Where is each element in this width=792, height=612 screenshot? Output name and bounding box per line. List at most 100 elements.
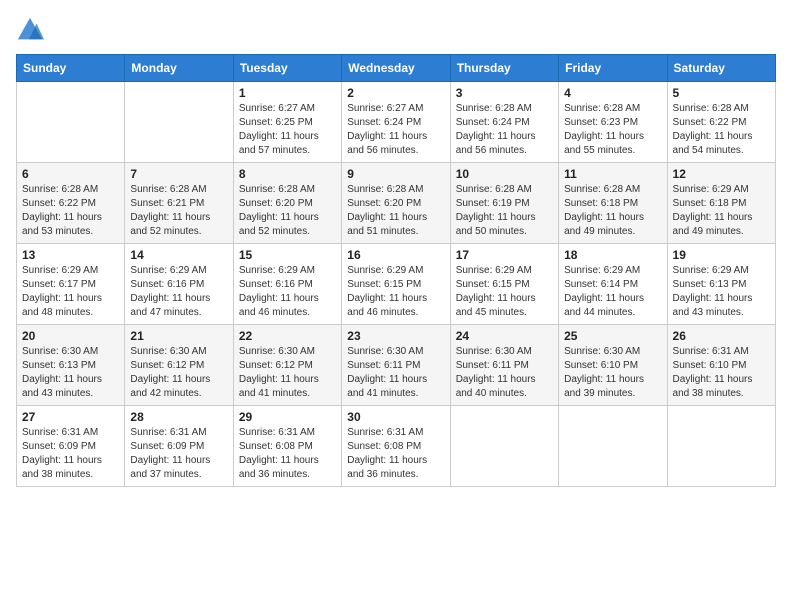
day-info: Sunrise: 6:31 AM Sunset: 6:08 PM Dayligh… — [347, 426, 444, 482]
day-info: Sunrise: 6:30 AM Sunset: 6:11 PM Dayligh… — [347, 345, 444, 401]
day-info: Sunrise: 6:29 AM Sunset: 6:14 PM Dayligh… — [564, 264, 661, 320]
day-info: Sunrise: 6:31 AM Sunset: 6:09 PM Dayligh… — [130, 426, 227, 482]
calendar-cell: 16Sunrise: 6:29 AM Sunset: 6:15 PM Dayli… — [342, 244, 450, 325]
calendar-week-row: 20 Sunrise: 6:30 AM Sunset: 6:13 PM Dayli… — [17, 325, 776, 406]
calendar-week-row: 6Sunrise: 6:28 AM Sunset: 6:22 PM Daylig… — [17, 163, 776, 244]
calendar-cell: 5 Sunrise: 6:28 AM Sunset: 6:22 PM Daylig… — [667, 82, 775, 163]
calendar-cell: 18 Sunrise: 6:29 AM Sunset: 6:14 PM Dayli… — [559, 244, 667, 325]
day-number: 27 — [22, 410, 119, 424]
day-number: 21 — [130, 329, 227, 343]
calendar-header-friday: Friday — [559, 55, 667, 82]
calendar-header-monday: Monday — [125, 55, 233, 82]
calendar-cell: 9 Sunrise: 6:28 AM Sunset: 6:20 PM Daylig… — [342, 163, 450, 244]
logo — [16, 16, 48, 44]
calendar-cell — [125, 82, 233, 163]
day-number: 20 — [22, 329, 119, 343]
calendar-cell: 3 Sunrise: 6:28 AM Sunset: 6:24 PM Daylig… — [450, 82, 558, 163]
day-number: 12 — [673, 167, 770, 181]
day-number: 13 — [22, 248, 119, 262]
calendar-cell — [667, 406, 775, 487]
calendar-header-sunday: Sunday — [17, 55, 125, 82]
day-number: 17 — [456, 248, 553, 262]
day-info: Sunrise: 6:28 AM Sunset: 6:24 PM Dayligh… — [456, 102, 553, 158]
day-number: 3 — [456, 86, 553, 100]
day-info: Sunrise: 6:28 AM Sunset: 6:20 PM Dayligh… — [239, 183, 336, 239]
calendar-cell: 11Sunrise: 6:28 AM Sunset: 6:18 PM Dayli… — [559, 163, 667, 244]
calendar-cell: 21 Sunrise: 6:30 AM Sunset: 6:12 PM Dayli… — [125, 325, 233, 406]
calendar-header-wednesday: Wednesday — [342, 55, 450, 82]
day-info: Sunrise: 6:28 AM Sunset: 6:22 PM Dayligh… — [673, 102, 770, 158]
day-info: Sunrise: 6:31 AM Sunset: 6:08 PM Dayligh… — [239, 426, 336, 482]
calendar-cell: 8 Sunrise: 6:28 AM Sunset: 6:20 PM Daylig… — [233, 163, 341, 244]
day-info: Sunrise: 6:31 AM Sunset: 6:09 PM Dayligh… — [22, 426, 119, 482]
day-number: 6 — [22, 167, 119, 181]
calendar-cell: 26 Sunrise: 6:31 AM Sunset: 6:10 PM Dayli… — [667, 325, 775, 406]
calendar-cell: 13 Sunrise: 6:29 AM Sunset: 6:17 PM Dayli… — [17, 244, 125, 325]
calendar-cell: 19 Sunrise: 6:29 AM Sunset: 6:13 PM Dayli… — [667, 244, 775, 325]
calendar-week-row: 1 Sunrise: 6:27 AM Sunset: 6:25 PM Daylig… — [17, 82, 776, 163]
calendar-cell: 25 Sunrise: 6:30 AM Sunset: 6:10 PM Dayli… — [559, 325, 667, 406]
day-number: 14 — [130, 248, 227, 262]
calendar-cell: 17 Sunrise: 6:29 AM Sunset: 6:15 PM Dayli… — [450, 244, 558, 325]
calendar-header-thursday: Thursday — [450, 55, 558, 82]
calendar-cell: 6Sunrise: 6:28 AM Sunset: 6:22 PM Daylig… — [17, 163, 125, 244]
calendar-cell: 14Sunrise: 6:29 AM Sunset: 6:16 PM Dayli… — [125, 244, 233, 325]
calendar-cell: 20 Sunrise: 6:30 AM Sunset: 6:13 PM Dayli… — [17, 325, 125, 406]
calendar-cell: 10Sunrise: 6:28 AM Sunset: 6:19 PM Dayli… — [450, 163, 558, 244]
calendar-cell: 2 Sunrise: 6:27 AM Sunset: 6:24 PM Daylig… — [342, 82, 450, 163]
day-number: 9 — [347, 167, 444, 181]
day-info: Sunrise: 6:30 AM Sunset: 6:12 PM Dayligh… — [130, 345, 227, 401]
day-number: 1 — [239, 86, 336, 100]
calendar-cell — [17, 82, 125, 163]
day-info: Sunrise: 6:28 AM Sunset: 6:20 PM Dayligh… — [347, 183, 444, 239]
day-number: 29 — [239, 410, 336, 424]
day-info: Sunrise: 6:29 AM Sunset: 6:17 PM Dayligh… — [22, 264, 119, 320]
calendar-cell: 27 Sunrise: 6:31 AM Sunset: 6:09 PM Dayli… — [17, 406, 125, 487]
day-info: Sunrise: 6:28 AM Sunset: 6:21 PM Dayligh… — [130, 183, 227, 239]
day-number: 8 — [239, 167, 336, 181]
day-number: 23 — [347, 329, 444, 343]
day-info: Sunrise: 6:30 AM Sunset: 6:10 PM Dayligh… — [564, 345, 661, 401]
day-number: 5 — [673, 86, 770, 100]
day-number: 19 — [673, 248, 770, 262]
day-info: Sunrise: 6:30 AM Sunset: 6:12 PM Dayligh… — [239, 345, 336, 401]
day-number: 26 — [673, 329, 770, 343]
day-number: 22 — [239, 329, 336, 343]
calendar-cell: 4 Sunrise: 6:28 AM Sunset: 6:23 PM Daylig… — [559, 82, 667, 163]
calendar-cell: 7 Sunrise: 6:28 AM Sunset: 6:21 PM Daylig… — [125, 163, 233, 244]
page-header — [16, 16, 776, 44]
calendar-header-saturday: Saturday — [667, 55, 775, 82]
day-number: 4 — [564, 86, 661, 100]
day-info: Sunrise: 6:30 AM Sunset: 6:13 PM Dayligh… — [22, 345, 119, 401]
calendar-week-row: 13 Sunrise: 6:29 AM Sunset: 6:17 PM Dayli… — [17, 244, 776, 325]
day-info: Sunrise: 6:29 AM Sunset: 6:15 PM Dayligh… — [456, 264, 553, 320]
day-info: Sunrise: 6:29 AM Sunset: 6:16 PM Dayligh… — [239, 264, 336, 320]
day-number: 2 — [347, 86, 444, 100]
day-info: Sunrise: 6:29 AM Sunset: 6:18 PM Dayligh… — [673, 183, 770, 239]
calendar-cell: 15 Sunrise: 6:29 AM Sunset: 6:16 PM Dayli… — [233, 244, 341, 325]
calendar-header-row: SundayMondayTuesdayWednesdayThursdayFrid… — [17, 55, 776, 82]
day-info: Sunrise: 6:31 AM Sunset: 6:10 PM Dayligh… — [673, 345, 770, 401]
calendar-cell: 1 Sunrise: 6:27 AM Sunset: 6:25 PM Daylig… — [233, 82, 341, 163]
day-number: 10 — [456, 167, 553, 181]
calendar-header-tuesday: Tuesday — [233, 55, 341, 82]
day-info: Sunrise: 6:28 AM Sunset: 6:23 PM Dayligh… — [564, 102, 661, 158]
day-info: Sunrise: 6:27 AM Sunset: 6:25 PM Dayligh… — [239, 102, 336, 158]
calendar-cell: 28Sunrise: 6:31 AM Sunset: 6:09 PM Dayli… — [125, 406, 233, 487]
calendar-table: SundayMondayTuesdayWednesdayThursdayFrid… — [16, 54, 776, 487]
day-number: 7 — [130, 167, 227, 181]
day-info: Sunrise: 6:27 AM Sunset: 6:24 PM Dayligh… — [347, 102, 444, 158]
day-number: 30 — [347, 410, 444, 424]
day-number: 15 — [239, 248, 336, 262]
day-number: 25 — [564, 329, 661, 343]
calendar-cell: 30 Sunrise: 6:31 AM Sunset: 6:08 PM Dayli… — [342, 406, 450, 487]
day-info: Sunrise: 6:29 AM Sunset: 6:13 PM Dayligh… — [673, 264, 770, 320]
calendar-cell: 12 Sunrise: 6:29 AM Sunset: 6:18 PM Dayli… — [667, 163, 775, 244]
calendar-cell: 29 Sunrise: 6:31 AM Sunset: 6:08 PM Dayli… — [233, 406, 341, 487]
calendar-cell: 23 Sunrise: 6:30 AM Sunset: 6:11 PM Dayli… — [342, 325, 450, 406]
calendar-cell — [450, 406, 558, 487]
day-info: Sunrise: 6:28 AM Sunset: 6:18 PM Dayligh… — [564, 183, 661, 239]
day-number: 18 — [564, 248, 661, 262]
calendar-cell — [559, 406, 667, 487]
calendar-week-row: 27 Sunrise: 6:31 AM Sunset: 6:09 PM Dayli… — [17, 406, 776, 487]
